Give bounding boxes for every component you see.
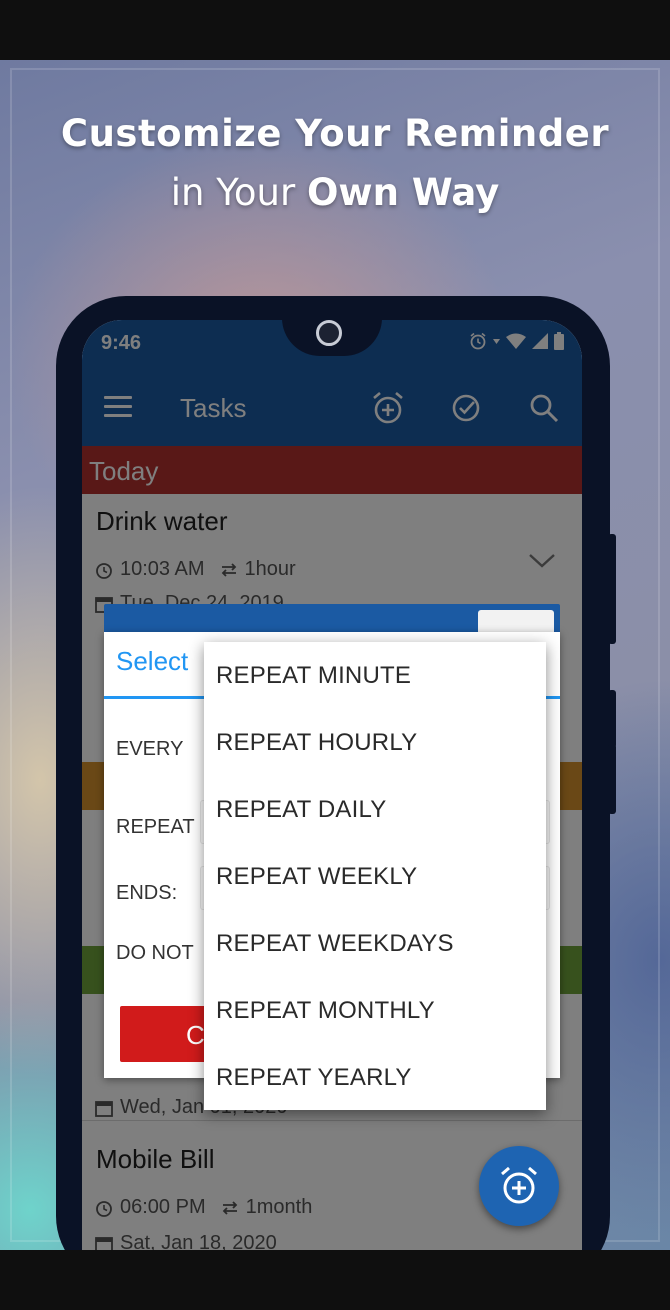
add-reminder-fab[interactable] (479, 1146, 559, 1226)
phone-side-button (608, 534, 616, 644)
headline-line-2: in Your Own Way (0, 171, 670, 214)
promo-headline: Customize Your Reminder in Your Own Way (0, 112, 670, 214)
repeat-option-monthly[interactable]: REPEAT MONTHLY (204, 977, 546, 1044)
phone-mockup: 9:46 Tasks (56, 296, 616, 1286)
device-bottom-bar (0, 1250, 670, 1310)
every-label: EVERY (116, 738, 184, 760)
repeat-option-weekly[interactable]: REPEAT WEEKLY (204, 843, 546, 910)
repeat-label: REPEAT (116, 816, 195, 838)
front-camera (316, 320, 342, 346)
repeat-option-weekdays[interactable]: REPEAT WEEKDAYS (204, 910, 546, 977)
headline-line-2-prefix: in Your (170, 171, 296, 214)
headline-line-1: Customize Your Reminder (60, 112, 610, 155)
repeat-option-daily[interactable]: REPEAT DAILY (204, 776, 546, 843)
repeat-option-minute[interactable]: REPEAT MINUTE (204, 642, 546, 709)
phone-side-button (608, 744, 616, 814)
repeat-option-hourly[interactable]: REPEAT HOURLY (204, 709, 546, 776)
device-top-bar (0, 0, 670, 60)
do-not-label: DO NOT (116, 942, 194, 964)
repeat-options-dropdown: REPEAT MINUTE REPEAT HOURLY REPEAT DAILY… (204, 642, 546, 1110)
add-alarm-fab-icon (501, 1166, 537, 1204)
ends-label: ENDS: (116, 882, 178, 904)
headline-line-2-bold: Own Way (306, 171, 500, 214)
repeat-option-yearly[interactable]: REPEAT YEARLY (204, 1044, 546, 1111)
dialog-title: Select (116, 646, 189, 676)
phone-screen: 9:46 Tasks (82, 320, 582, 1250)
phone-side-button (608, 690, 616, 748)
